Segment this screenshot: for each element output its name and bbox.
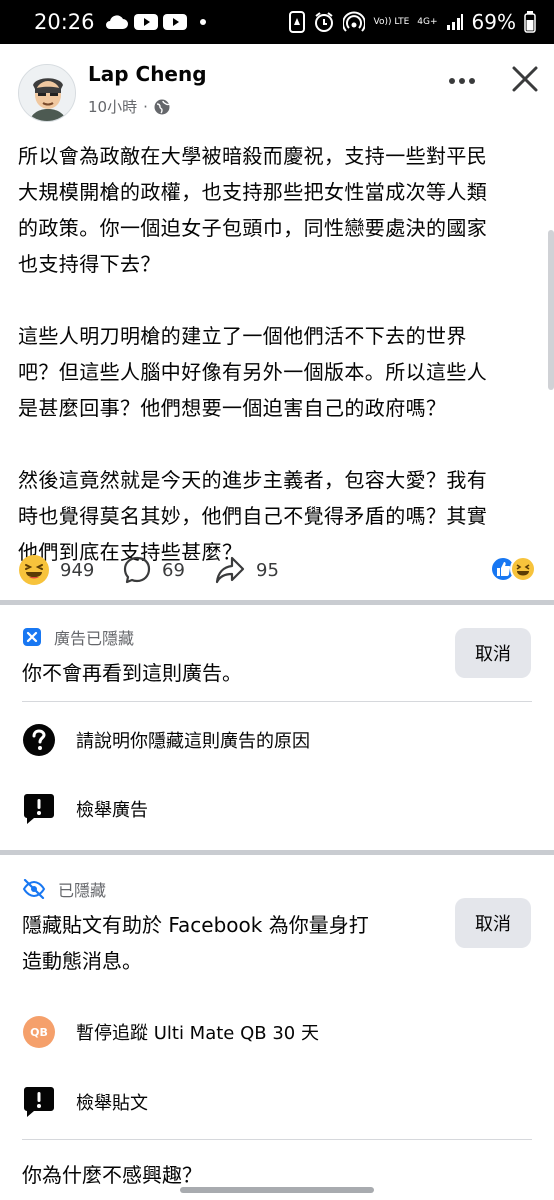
close-icon[interactable] bbox=[506, 60, 544, 98]
post-header: Lap Cheng 10小時 · bbox=[0, 56, 554, 126]
cloud-icon bbox=[105, 15, 128, 29]
report-post-label: 檢舉貼文 bbox=[76, 1093, 148, 1114]
avatar[interactable] bbox=[18, 64, 76, 122]
alarm-icon bbox=[315, 12, 334, 32]
post-meta: 10小時 · bbox=[88, 96, 170, 117]
youtube-icon bbox=[162, 14, 187, 30]
share-button[interactable]: 95 bbox=[214, 555, 279, 585]
hidden-post-card: 已隱藏 隱藏貼文有助於 Facebook 為你量身打 造動態消息。 取消 QB … bbox=[0, 855, 554, 1200]
report-ad-label: 檢舉廣告 bbox=[76, 800, 148, 821]
reaction-summary[interactable] bbox=[490, 554, 538, 584]
signal-icon bbox=[446, 14, 463, 30]
comment-button[interactable]: 69 bbox=[122, 555, 185, 585]
reaction-count: 949 bbox=[60, 559, 95, 581]
app-notification-icon bbox=[289, 11, 306, 33]
report-post-option[interactable]: 檢舉貼文 bbox=[22, 1085, 148, 1119]
scrollbar[interactable] bbox=[548, 230, 554, 390]
explain-hide-ad-option[interactable]: 請說明你隱藏這則廣告的原因 bbox=[22, 723, 310, 757]
hidden-ad-tag: 廣告已隱藏 bbox=[22, 625, 134, 649]
report-ad-option[interactable]: 檢舉廣告 bbox=[22, 792, 148, 826]
home-indicator[interactable] bbox=[180, 1187, 374, 1193]
author-name[interactable]: Lap Cheng bbox=[88, 62, 207, 86]
eye-slash-icon bbox=[22, 879, 46, 899]
hotspot-icon bbox=[343, 11, 366, 32]
report-exclamation-icon bbox=[22, 1085, 56, 1119]
notification-dot-icon bbox=[199, 19, 206, 25]
undo-hide-ad-button[interactable]: 取消 bbox=[455, 628, 531, 678]
hidden-ad-message: 你不會再看到這則廣告。 bbox=[22, 661, 242, 685]
post-time[interactable]: 10小時 bbox=[88, 96, 137, 117]
battery-icon bbox=[524, 11, 536, 33]
react-button[interactable]: 949 bbox=[18, 554, 94, 586]
status-bar: 20:26 Vo)) LTE 4G+ 69% bbox=[0, 0, 554, 44]
page-avatar-icon: QB bbox=[22, 1015, 56, 1049]
network-type-label: 4G+ bbox=[417, 16, 438, 27]
more-options-icon[interactable] bbox=[444, 66, 480, 96]
explain-hide-ad-label: 請說明你隱藏這則廣告的原因 bbox=[76, 731, 310, 752]
snooze-label: 暫停追蹤 Ulti Mate QB 30 天 bbox=[76, 1023, 319, 1044]
post-body-text: 所以會為政敵在大學被暗殺而慶祝，支持一些對平民 大規模開槍的政權，也支持那些把女… bbox=[18, 144, 488, 564]
hidden-ad-tag-label: 廣告已隱藏 bbox=[54, 629, 135, 648]
battery-percentage: 69% bbox=[471, 10, 516, 34]
share-icon bbox=[215, 556, 245, 584]
youtube-icon bbox=[133, 14, 158, 30]
divider bbox=[22, 701, 532, 702]
undo-hide-post-button[interactable]: 取消 bbox=[455, 898, 531, 948]
status-time: 20:26 bbox=[34, 10, 95, 34]
hide-x-icon bbox=[23, 628, 41, 646]
comment-count: 69 bbox=[162, 559, 185, 581]
snooze-option[interactable]: QB 暫停追蹤 Ulti Mate QB 30 天 bbox=[22, 1015, 319, 1049]
hidden-post-message: 隱藏貼文有助於 Facebook 為你量身打 造動態消息。 bbox=[22, 913, 369, 973]
page-avatar-badge: QB bbox=[30, 1025, 48, 1039]
hidden-ad-card: 廣告已隱藏 你不會再看到這則廣告。 取消 請說明你隱藏這則廣告的原因 檢舉廣告 bbox=[0, 605, 554, 845]
meta-separator: · bbox=[143, 97, 148, 116]
question-circle-icon bbox=[22, 723, 56, 757]
hidden-post-tag: 已隱藏 bbox=[22, 877, 106, 901]
comment-icon bbox=[123, 556, 151, 584]
volte-label: Vo)) LTE bbox=[373, 16, 410, 27]
why-not-interested-option[interactable]: 你為什麼不感興趣？ bbox=[22, 1157, 202, 1193]
reactions-bar: 949 69 95 bbox=[0, 552, 554, 588]
report-exclamation-icon bbox=[22, 792, 56, 826]
divider bbox=[22, 1139, 532, 1140]
haha-reaction-icon bbox=[510, 556, 536, 582]
share-count: 95 bbox=[256, 559, 279, 581]
hidden-post-tag-label: 已隱藏 bbox=[58, 881, 107, 900]
globe-icon bbox=[154, 99, 170, 114]
haha-emoji-icon bbox=[19, 555, 49, 585]
